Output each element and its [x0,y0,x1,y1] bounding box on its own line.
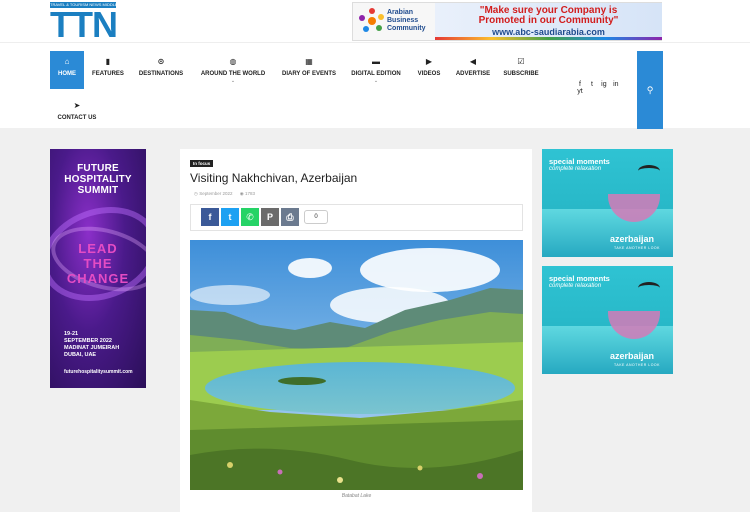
article-meta: ◷ September 2022 ◉ 1783 [194,191,255,197]
ad-headline: special moments [549,274,610,283]
article-photo [190,240,523,490]
article-title: Visiting Nakhchivan, Azerbaijan [190,171,358,185]
ad-subline: complete relaxation [549,283,602,289]
nav-destinations[interactable]: ⊙ DESTINATIONS [136,51,186,89]
article-views: 1783 [244,191,255,196]
facebook-icon: f [208,212,212,222]
chevron-down-icon: ⌄ [230,78,236,84]
site-header: TRAVEL & TOURISM NEWS MIDDLE EAST TTN Ar… [0,0,750,45]
eye-icon: ◉ [239,191,244,196]
youtube-icon[interactable]: yt [575,88,585,95]
nav-advertise[interactable]: ◀ ADVERTISE [454,51,492,89]
checkbox-icon: ☑ [517,57,525,66]
share-count: 0 [304,210,328,224]
ad-tagline: TAKE ANOTHER LOOK [614,363,660,367]
nav-videos[interactable]: ▶ VIDEOS [415,51,443,89]
main-nav: ⌂ HOME ▮ FEATURES ⊙ DESTINATIONS ◍ AROUN… [0,42,750,129]
nav-digital-edition[interactable]: ▬ DIGITAL EDITION ⌄ [349,51,403,89]
ad-url: futurehospitalitysummit.com [64,369,133,375]
twitter-icon: t [228,212,232,222]
globe-icon: ◍ [229,57,237,66]
ad-dates: 19-21 SEPTEMBER 2022 MADINAT JUMEIRAH DU… [64,331,120,358]
ad-subline: complete relaxation [549,166,602,172]
azerbaijan-ad-1[interactable]: special moments complete relaxation azer… [542,149,673,257]
banner-stripe [435,37,662,40]
ad-brand: azerbaijan [610,234,655,244]
azerbaijan-ad-2[interactable]: special moments complete relaxation azer… [542,266,673,374]
logo-text: TTN [50,4,118,45]
twitter-icon[interactable]: t [587,81,597,88]
chevron-down-icon: ⌄ [373,78,379,84]
ad-brand: azerbaijan [610,351,655,361]
share-whatsapp-button[interactable]: ✆ [241,208,259,226]
kite-icon [638,282,660,294]
promo-box: "Make sure your Company is Promoted in o… [435,3,662,40]
paper-plane-icon: ➤ [73,101,81,110]
nav-around-the-world[interactable]: ◍ AROUND THE WORLD ⌄ [196,51,270,89]
clock-icon: ◷ [194,191,198,196]
print-button[interactable]: ⎙ [281,208,299,226]
header-ad-banner[interactable]: Arabian Business Community "Make sure yo… [352,2,662,41]
video-icon: ▶ [425,57,433,66]
whatsapp-icon: ✆ [246,212,254,222]
abc-name: Arabian Business Community [387,9,426,32]
search-button[interactable]: ⚲ [637,51,663,129]
ad-headline: special moments [549,157,610,166]
nav-home[interactable]: ⌂ HOME [50,51,84,89]
social-links: f t ig in yt [575,81,625,95]
book-icon: ▬ [372,57,380,66]
share-pinterest-button[interactable]: P [261,208,279,226]
map-pin-icon: ⊙ [157,57,165,66]
linkedin-icon[interactable]: in [611,81,621,88]
home-icon: ⌂ [64,57,70,66]
ad-title: FUTURE HOSPITALITY SUMMIT [64,163,132,196]
share-twitter-button[interactable]: t [221,208,239,226]
ad-tagline: TAKE ANOTHER LOOK [614,246,660,250]
nav-contact-us[interactable]: ➤ CONTACT US [56,95,98,133]
nav-subscribe[interactable]: ☑ SUBSCRIBE [503,51,539,89]
share-bar: f t ✆ P ⎙ 0 [190,204,523,231]
calendar-icon: ▦ [305,57,313,66]
facebook-icon[interactable]: f [575,81,585,88]
nav-features[interactable]: ▮ FEATURES [88,51,128,89]
megaphone-icon: ◀ [469,57,477,66]
nav-diary-of-events[interactable]: ▦ DIARY OF EVENTS [280,51,338,89]
promo-line-2: Promoted in our Community" [478,15,619,26]
ad-slogan: LEAD THE CHANGE [66,241,130,286]
instagram-icon[interactable]: ig [599,81,609,88]
site-logo[interactable]: TRAVEL & TOURISM NEWS MIDDLE EAST TTN [50,2,118,45]
category-badge[interactable]: In focus [190,160,214,167]
kite-icon [638,165,660,177]
print-icon: ⎙ [286,212,294,222]
article: In focus Visiting Nakhchivan, Azerbaijan… [180,149,532,512]
article-date: September 2022 [199,191,233,196]
pinterest-icon: P [266,212,273,222]
future-hospitality-ad[interactable]: FUTURE HOSPITALITY SUMMIT LEAD THE CHANG… [50,149,146,388]
photo-caption: Batabat Lake [341,493,372,499]
search-icon: ⚲ [646,85,654,95]
promo-url: www.abc-saudiarabia.com [492,27,605,37]
bookmark-icon: ▮ [105,57,111,66]
share-facebook-button[interactable]: f [201,208,219,226]
abc-logo-icon [359,8,384,32]
